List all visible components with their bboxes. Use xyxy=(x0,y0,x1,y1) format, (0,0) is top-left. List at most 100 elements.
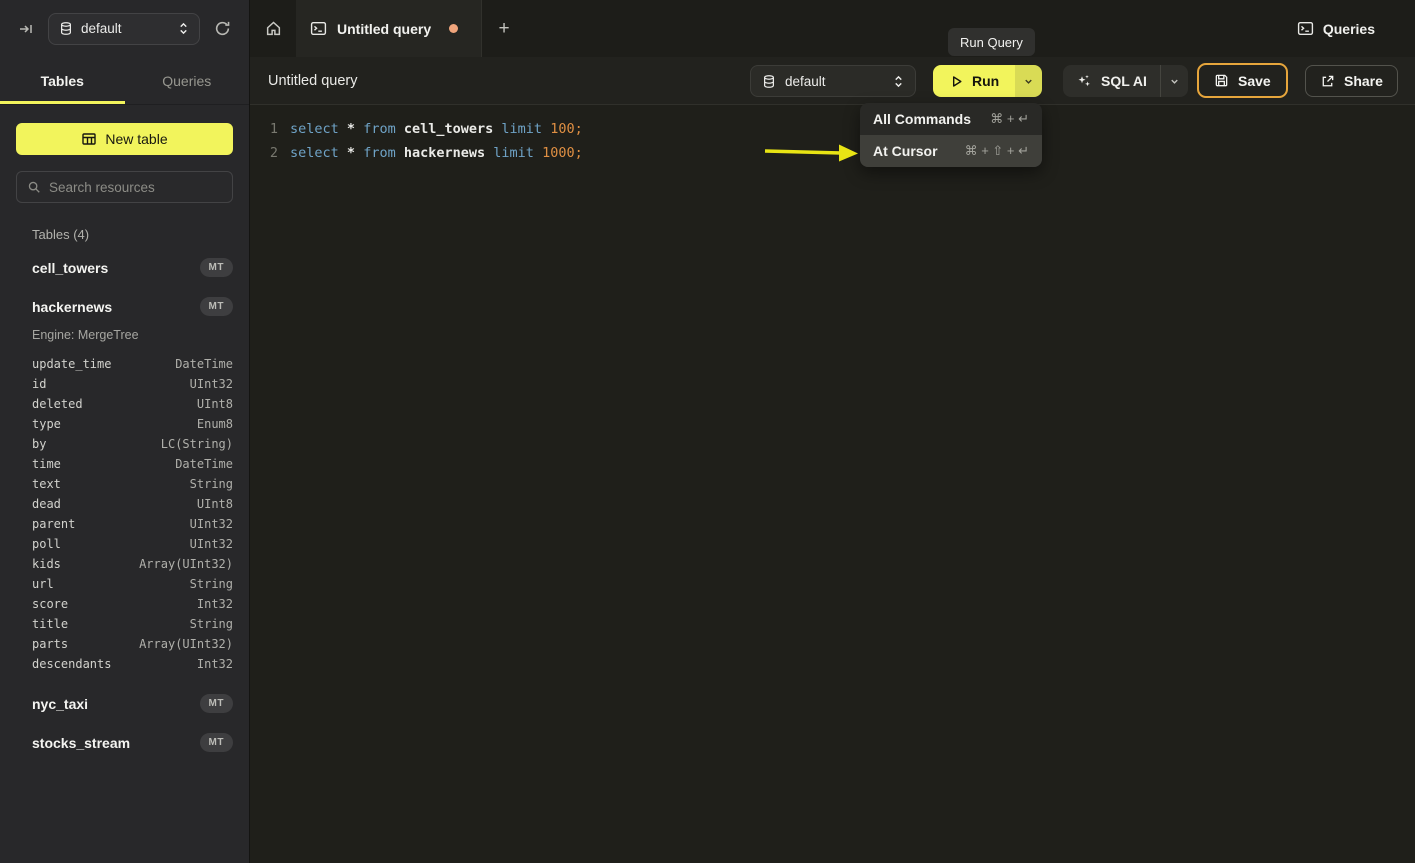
column-type: Array(UInt32) xyxy=(68,634,233,654)
run-dropdown-toggle[interactable] xyxy=(1015,65,1042,97)
table-row-hackernews[interactable]: hackernewsMT xyxy=(0,287,249,326)
token xyxy=(534,145,542,161)
schema-row: deletedUInt8 xyxy=(32,394,233,414)
run-label: Run xyxy=(972,73,999,89)
schema-row: pollUInt32 xyxy=(32,534,233,554)
column-name: dead xyxy=(32,494,61,514)
tab-untitled-query[interactable]: Untitled query xyxy=(296,0,482,57)
run-menu-item-all-commands[interactable]: All Commands ⌘ + ↵ xyxy=(860,103,1042,135)
schema-row: parentUInt32 xyxy=(32,514,233,534)
column-type: LC(String) xyxy=(46,434,233,454)
column-name: url xyxy=(32,574,54,594)
schema-row: partsArray(UInt32) xyxy=(32,634,233,654)
sidebar-tabs: Tables Queries xyxy=(0,57,249,105)
token: cell_towers xyxy=(404,121,493,137)
token: from xyxy=(363,121,396,137)
menu-item-shortcut: ⌘ + ⇧ + ↵ xyxy=(965,143,1029,159)
menu-item-label: At Cursor xyxy=(873,143,938,159)
database-icon xyxy=(762,74,776,89)
refresh-button[interactable] xyxy=(210,16,235,41)
home-button[interactable] xyxy=(250,0,296,57)
run-button[interactable]: Run xyxy=(933,65,1042,97)
column-name: text xyxy=(32,474,61,494)
active-tab-indicator xyxy=(0,101,125,104)
column-type: DateTime xyxy=(61,454,233,474)
token: select xyxy=(290,121,339,137)
table-grid-icon xyxy=(81,131,97,147)
table-name: cell_towers xyxy=(32,260,200,276)
token: * xyxy=(347,145,355,161)
unsaved-changes-dot xyxy=(449,24,458,33)
column-name: poll xyxy=(32,534,61,554)
chevron-down-icon xyxy=(1169,76,1180,87)
token: hackernews xyxy=(404,145,485,161)
table-row-cell_towers[interactable]: cell_towersMT xyxy=(0,248,249,287)
table-name: nyc_taxi xyxy=(32,696,200,712)
search-box xyxy=(16,171,233,203)
code-text: select * from hackernews limit 1000; xyxy=(278,141,583,165)
sql-editor[interactable]: 1select * from cell_towers limit 100;2se… xyxy=(250,105,1415,863)
column-type: String xyxy=(54,574,233,594)
queries-icon xyxy=(1297,20,1314,37)
sql-ai-label: SQL AI xyxy=(1101,73,1147,89)
share-button[interactable]: Share xyxy=(1305,65,1398,97)
column-type: String xyxy=(68,614,233,634)
schema-row: textString xyxy=(32,474,233,494)
column-type: DateTime xyxy=(111,354,233,374)
run-menu-item-at-cursor[interactable]: At Cursor ⌘ + ⇧ + ↵ xyxy=(860,135,1042,167)
search-input[interactable] xyxy=(49,180,222,195)
token xyxy=(396,121,404,137)
tables-list: cell_towersMThackernewsMTEngine: MergeTr… xyxy=(0,248,249,762)
schema-row: descendantsInt32 xyxy=(32,654,233,674)
table-row-stocks_stream[interactable]: stocks_streamMT xyxy=(0,723,249,762)
menu-item-label: All Commands xyxy=(873,111,971,127)
token: from xyxy=(363,145,396,161)
column-name: parent xyxy=(32,514,75,534)
sidebar: default Tables Queries New table xyxy=(0,0,250,863)
database-icon xyxy=(59,21,73,36)
column-type: UInt32 xyxy=(61,534,233,554)
sql-ai-main[interactable]: SQL AI xyxy=(1063,73,1160,89)
toolbar-database-selector[interactable]: default xyxy=(750,65,916,97)
schema-row: timeDateTime xyxy=(32,454,233,474)
schema-row: kidsArray(UInt32) xyxy=(32,554,233,574)
schema-row: update_timeDateTime xyxy=(32,354,233,374)
main-area: Untitled query + Queries Untitled query … xyxy=(250,0,1415,863)
table-row-nyc_taxi[interactable]: nyc_taxiMT xyxy=(0,684,249,723)
table-name: hackernews xyxy=(32,299,200,315)
save-label: Save xyxy=(1238,73,1271,89)
column-type: Int32 xyxy=(111,654,233,674)
sidebar-tab-tables[interactable]: Tables xyxy=(0,57,125,104)
column-type: UInt32 xyxy=(75,514,233,534)
sql-ai-button[interactable]: SQL AI xyxy=(1063,65,1188,97)
queries-button[interactable]: Queries xyxy=(1297,0,1375,57)
save-button[interactable]: Save xyxy=(1197,63,1288,98)
column-name: deleted xyxy=(32,394,83,414)
engine-badge: MT xyxy=(200,297,233,316)
new-tab-button[interactable]: + xyxy=(482,0,526,57)
new-table-label: New table xyxy=(105,131,167,147)
token xyxy=(355,121,363,137)
share-external-icon xyxy=(1320,74,1335,89)
sidebar-database-value: default xyxy=(81,21,170,36)
sidebar-tab-queries[interactable]: Queries xyxy=(125,57,250,104)
menu-item-shortcut: ⌘ + ↵ xyxy=(990,111,1029,127)
sparkles-icon xyxy=(1076,73,1092,89)
engine-badge: MT xyxy=(200,694,233,713)
refresh-icon xyxy=(214,20,231,37)
play-icon xyxy=(949,74,964,89)
sidebar-database-selector[interactable]: default xyxy=(48,13,200,45)
column-name: type xyxy=(32,414,61,434)
token xyxy=(339,145,347,161)
table-name: stocks_stream xyxy=(32,735,200,751)
column-name: time xyxy=(32,454,61,474)
collapse-sidebar-button[interactable] xyxy=(14,17,38,41)
schema-row: titleString xyxy=(32,614,233,634)
run-button-main[interactable]: Run xyxy=(933,65,1015,97)
sql-ai-dropdown-toggle[interactable] xyxy=(1160,65,1188,97)
token: 100; xyxy=(550,121,583,137)
schema-row: idUInt32 xyxy=(32,374,233,394)
new-table-button[interactable]: New table xyxy=(16,123,233,155)
token: 1000; xyxy=(542,145,583,161)
token: select xyxy=(290,145,339,161)
